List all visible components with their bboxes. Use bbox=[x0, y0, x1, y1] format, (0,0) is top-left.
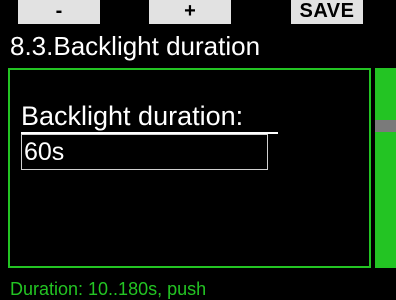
save-softkey[interactable]: SAVE bbox=[291, 0, 363, 24]
scrollbar-thumb[interactable] bbox=[375, 120, 396, 132]
scrollbar[interactable] bbox=[375, 68, 396, 268]
settings-panel: Backlight duration: 60s bbox=[8, 68, 371, 268]
help-text: Duration: 10..180s, push bbox=[10, 279, 207, 299]
softkey-bar: - + SAVE bbox=[0, 0, 396, 24]
field-label: Backlight duration: bbox=[21, 101, 244, 131]
plus-softkey[interactable]: + bbox=[149, 0, 231, 24]
page-title: 8.3.Backlight duration bbox=[10, 31, 261, 61]
minus-softkey[interactable]: - bbox=[18, 0, 100, 24]
duration-value-field[interactable]: 60s bbox=[21, 134, 268, 170]
